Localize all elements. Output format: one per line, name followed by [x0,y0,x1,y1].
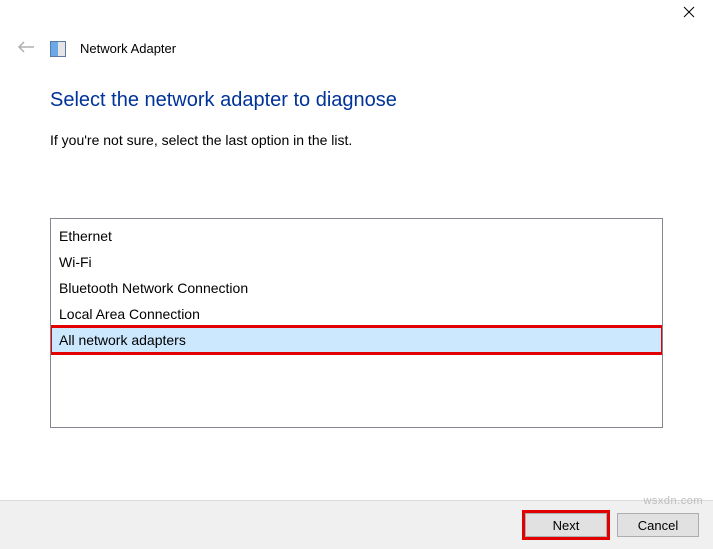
list-item[interactable]: Bluetooth Network Connection [51,275,662,301]
titlebar [0,0,713,28]
adapter-listbox[interactable]: Ethernet Wi-Fi Bluetooth Network Connect… [50,218,663,428]
cancel-button[interactable]: Cancel [617,513,699,537]
troubleshooter-window: Network Adapter Select the network adapt… [0,0,713,549]
footer: Next Cancel [0,500,713,549]
watermark: wsxdn.com [643,495,703,507]
back-arrow-icon[interactable] [16,40,36,57]
header: Network Adapter [0,28,713,65]
next-button[interactable]: Next [525,513,607,537]
app-title: Network Adapter [80,41,176,56]
close-icon[interactable] [683,6,695,18]
list-item[interactable]: Wi-Fi [51,249,662,275]
content-area: Select the network adapter to diagnose I… [0,65,713,500]
page-heading: Select the network adapter to diagnose [50,89,663,112]
list-item-selected[interactable]: All network adapters [51,327,662,353]
page-subtext: If you're not sure, select the last opti… [50,132,663,148]
list-item[interactable]: Ethernet [51,223,662,249]
network-adapter-icon [50,41,66,57]
list-item[interactable]: Local Area Connection [51,301,662,327]
